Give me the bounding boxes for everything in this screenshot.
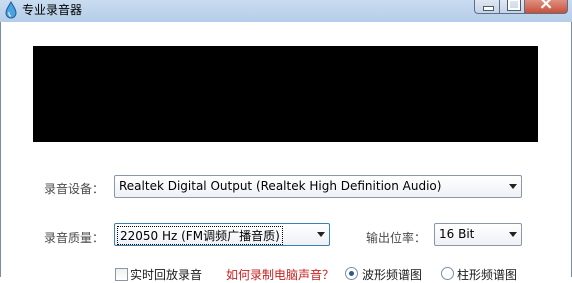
window-border-left xyxy=(0,22,1,277)
chevron-down-icon xyxy=(509,232,517,237)
quality-select[interactable]: 22050 Hz (FM调频广播音质) xyxy=(114,223,330,246)
waveform-display xyxy=(33,46,538,142)
wave-view-label: 波形频谱图 xyxy=(362,268,423,282)
title-bar: 专业录音器 xyxy=(0,0,572,22)
window-title: 专业录音器 xyxy=(22,3,83,17)
device-select[interactable]: Realtek Digital Output (Realtek High Def… xyxy=(114,175,522,198)
bitrate-select-value: 16 Bit xyxy=(439,227,475,241)
help-link[interactable]: 如何录制电脑声音？ xyxy=(226,266,334,283)
chevron-down-icon xyxy=(509,184,517,189)
close-button[interactable] xyxy=(524,0,568,14)
bar-view-label: 柱形频谱图 xyxy=(457,268,518,282)
monitor-checkbox[interactable] xyxy=(115,268,128,281)
bitrate-label: 输出位率： xyxy=(366,231,427,245)
device-select-value: Realtek Digital Output (Realtek High Def… xyxy=(119,179,442,193)
quality-label: 录音质量： xyxy=(44,231,105,245)
bar-view-radio[interactable] xyxy=(441,267,454,280)
monitor-label: 实时回放录音 xyxy=(130,268,203,282)
chevron-down-icon xyxy=(317,232,325,237)
maximize-button[interactable] xyxy=(499,0,525,14)
quality-select-value: 22050 Hz (FM调频广播音质) xyxy=(117,226,283,245)
app-drop-icon xyxy=(5,1,17,19)
wave-view-radio[interactable] xyxy=(345,267,358,280)
device-label: 录音设备： xyxy=(44,182,105,196)
bitrate-select[interactable]: 16 Bit xyxy=(434,223,522,246)
minimize-button[interactable] xyxy=(474,0,500,14)
